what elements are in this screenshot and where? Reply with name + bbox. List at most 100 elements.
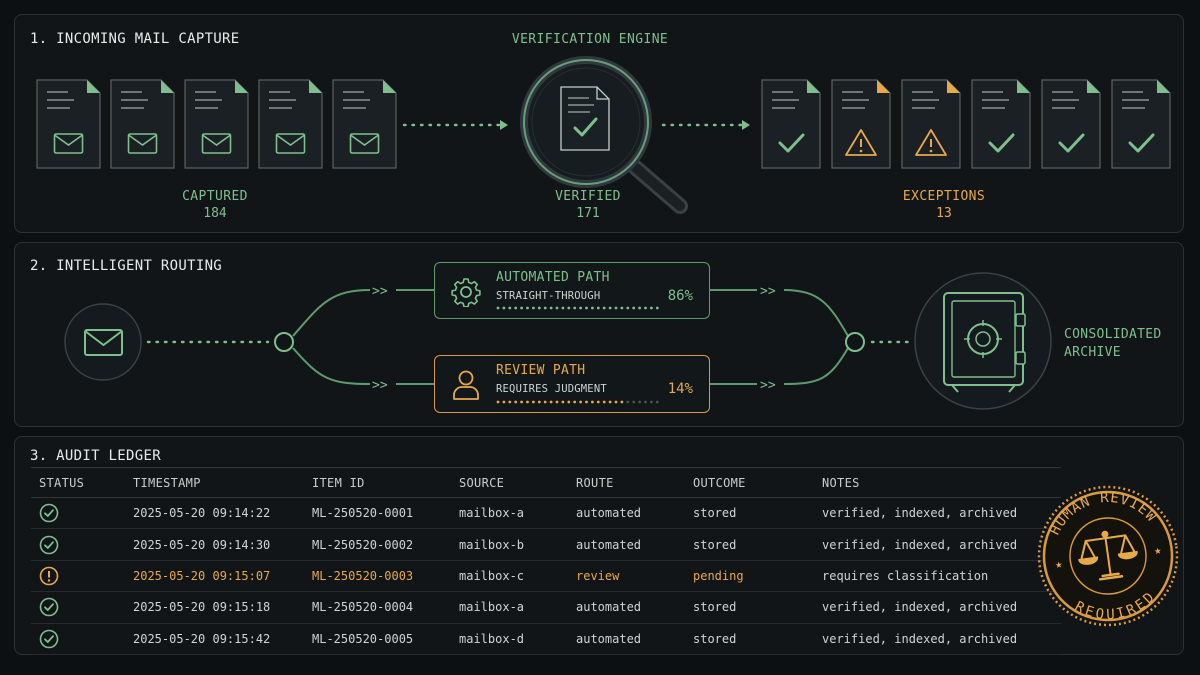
progress-dot xyxy=(549,306,553,310)
cell-source: mailbox-b xyxy=(451,528,568,561)
cell-outcome: stored xyxy=(685,623,814,655)
progress-dot xyxy=(614,306,618,310)
ledger-title: 3. AUDIT LEDGER xyxy=(30,448,161,464)
column-header-route: ROUTE xyxy=(568,467,685,498)
progress-dot xyxy=(626,400,630,404)
progress-dot xyxy=(496,400,500,404)
column-header-outcome: OUTCOME xyxy=(685,467,814,498)
progress-dot xyxy=(526,400,529,404)
progress-dot xyxy=(596,400,600,404)
progress-dot xyxy=(585,306,588,310)
automated-progress-dots xyxy=(496,306,659,310)
routing-title: 2. INTELLIGENT ROUTING xyxy=(30,258,223,274)
progress-dot xyxy=(632,306,636,310)
progress-dot xyxy=(549,400,553,404)
progress-dot xyxy=(579,306,582,310)
cell-source: mailbox-a xyxy=(451,591,568,624)
progress-dot xyxy=(591,400,594,404)
progress-dot xyxy=(532,306,535,310)
cell-notes: verified, indexed, archived xyxy=(814,623,1061,655)
cell-id: ML-250520-0004 xyxy=(304,591,451,624)
progress-dot xyxy=(573,306,577,310)
progress-dot xyxy=(608,306,612,310)
verified-document xyxy=(1111,79,1171,169)
review-path-title: REVIEW PATH xyxy=(496,363,586,378)
column-header-timestamp: TIMESTAMP xyxy=(125,467,304,498)
exception-document xyxy=(901,79,961,169)
chevron-right-icon: >> xyxy=(372,378,388,393)
progress-dot xyxy=(579,400,582,404)
status-cell xyxy=(31,623,125,655)
captured-document xyxy=(184,79,249,169)
progress-dot xyxy=(608,400,612,404)
verified-document xyxy=(1041,79,1101,169)
captured-document xyxy=(36,79,101,169)
chevron-right-icon: >> xyxy=(760,284,776,299)
table-row[interactable]: 2025-05-20 09:15:07 ML-250520-0003 mailbox… xyxy=(31,560,1061,593)
cell-id: ML-250520-0001 xyxy=(304,497,451,530)
table-header-row: STATUS TIMESTAMP ITEM ID SOURCE ROUTE OU… xyxy=(31,467,1061,498)
automated-path-card: AUTOMATED PATH STRAIGHT-THROUGH 86% xyxy=(434,262,710,319)
status-cell xyxy=(31,591,125,624)
table-row[interactable]: 2025-05-20 09:15:18 ML-250520-0004 mailbox… xyxy=(31,591,1061,624)
table-row[interactable]: 2025-05-20 09:14:30 ML-250520-0002 mailbox… xyxy=(31,528,1061,561)
progress-dot xyxy=(650,306,653,310)
progress-dot xyxy=(602,400,606,404)
arrow-head-icon xyxy=(500,120,508,130)
cell-outcome: pending xyxy=(685,560,814,593)
progress-dot xyxy=(537,306,541,310)
progress-dot xyxy=(526,306,529,310)
captured-document xyxy=(332,79,397,169)
progress-dot xyxy=(567,306,571,310)
captured-document xyxy=(258,79,323,169)
progress-dot xyxy=(502,400,506,404)
cell-source: mailbox-d xyxy=(451,623,568,655)
column-header-notes: NOTES xyxy=(814,467,1061,498)
cell-id: ML-250520-0003 xyxy=(304,560,451,593)
progress-dot xyxy=(638,400,641,404)
review-path-percent: 14% xyxy=(667,381,693,397)
check-circle-icon xyxy=(39,535,59,554)
split-node xyxy=(274,332,294,352)
cell-timestamp: 2025-05-20 09:14:22 xyxy=(125,497,304,530)
cell-notes: verified, indexed, archived xyxy=(814,497,1061,530)
verified-doc-icon xyxy=(560,86,610,151)
automated-path-title: AUTOMATED PATH xyxy=(496,270,610,285)
chevron-right-icon: >> xyxy=(760,378,776,393)
magnifier-icon xyxy=(520,56,688,214)
progress-dot xyxy=(655,400,659,404)
cell-outcome: stored xyxy=(685,528,814,561)
progress-dot xyxy=(591,306,594,310)
table-row[interactable]: 2025-05-20 09:15:42 ML-250520-0005 mailbox… xyxy=(31,623,1061,655)
cell-id: ML-250520-0005 xyxy=(304,623,451,655)
progress-dot xyxy=(514,400,518,404)
cell-timestamp: 2025-05-20 09:15:07 xyxy=(125,560,304,593)
cell-timestamp: 2025-05-20 09:15:18 xyxy=(125,591,304,624)
cell-id: ML-250520-0002 xyxy=(304,528,451,561)
column-header-source: SOURCE xyxy=(451,467,568,498)
progress-dot xyxy=(561,306,565,310)
progress-dot xyxy=(644,306,647,310)
cell-notes: verified, indexed, archived xyxy=(814,528,1061,561)
progress-dot xyxy=(520,306,523,310)
progress-dot xyxy=(537,400,541,404)
check-circle-icon xyxy=(39,598,59,617)
progress-dot xyxy=(514,306,518,310)
cell-timestamp: 2025-05-20 09:15:42 xyxy=(125,623,304,655)
table-row[interactable]: 2025-05-20 09:14:22 ML-250520-0001 mailbox… xyxy=(31,497,1061,530)
check-circle-icon xyxy=(39,629,59,649)
check-circle-icon xyxy=(39,503,59,523)
review-path-card: REVIEW PATH REQUIRES JUDGMENT 14% xyxy=(434,355,710,413)
column-header-item-id: ITEM ID xyxy=(304,467,451,498)
progress-dot xyxy=(620,400,624,404)
status-cell xyxy=(31,560,125,593)
cell-outcome: stored xyxy=(685,497,814,530)
progress-dot xyxy=(508,400,512,404)
cell-notes: verified, indexed, archived xyxy=(814,591,1061,624)
progress-dot xyxy=(555,306,559,310)
progress-dot xyxy=(555,400,559,404)
exception-document xyxy=(831,79,891,169)
archive-label-line1: CONSOLIDATED xyxy=(1064,327,1162,342)
warning-circle-icon xyxy=(39,566,59,586)
review-progress-dots xyxy=(496,400,659,404)
